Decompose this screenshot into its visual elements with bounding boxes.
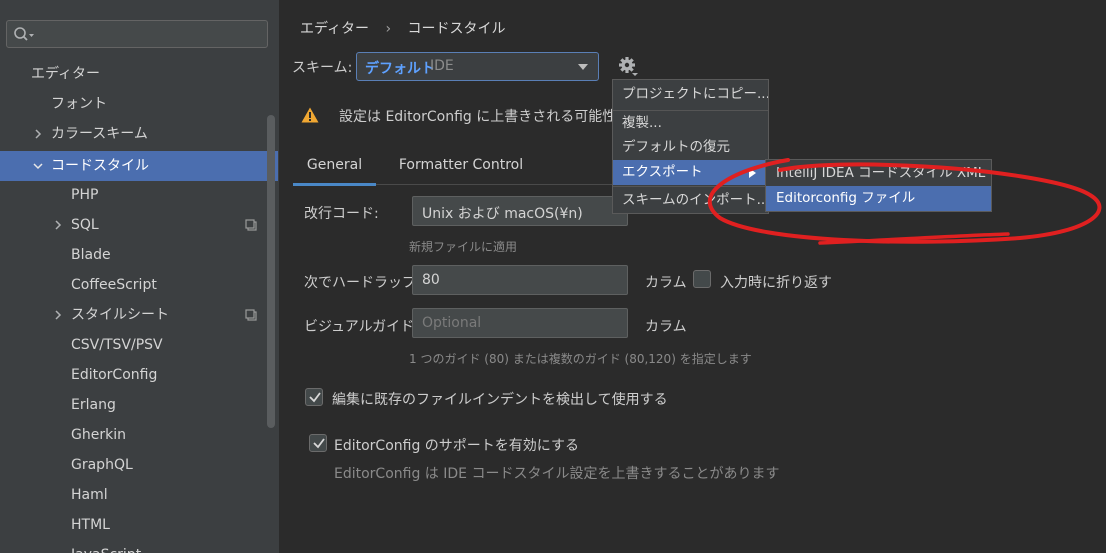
hard-wrap-unit: カラム (645, 275, 687, 291)
sidebar-item-label: カラースキーム (51, 126, 148, 142)
sidebar-item-editorconfig[interactable]: EditorConfig (0, 360, 279, 390)
sidebar-item-label: HTML (71, 517, 110, 533)
visual-guides-label: ビジュアルガイド: (304, 319, 419, 335)
checkmark-icon (313, 438, 325, 449)
sidebar-item-label: フォント (51, 96, 107, 112)
breadcrumb-parent[interactable]: エディター (300, 21, 369, 37)
menu-item-export[interactable]: エクスポート (613, 160, 768, 185)
sidebar-item-label: CoffeeScript (71, 277, 157, 293)
warning-icon (301, 107, 319, 123)
warning-text: 設定は EditorConfig に上書きされる可能性が (339, 109, 631, 125)
visual-guides-unit: カラム (645, 319, 687, 335)
sidebar-scrollbar[interactable] (267, 115, 275, 428)
scheme-select[interactable]: デフォルト IDE (356, 52, 599, 81)
sidebar-item-csv[interactable]: CSV/TSV/PSV (0, 330, 279, 360)
sidebar-item-label: Haml (71, 487, 108, 503)
sidebar-item-font[interactable]: フォント (0, 89, 279, 119)
detect-indent-label[interactable]: 編集に既存のファイルインデントを検出して使用する (332, 389, 668, 409)
search-icon (14, 27, 34, 41)
visual-guides-input[interactable]: Optional (412, 308, 628, 338)
scheme-type: IDE (430, 58, 454, 74)
checkmark-icon (309, 392, 321, 403)
submenu-item-editorconfig-file[interactable]: Editorconfig ファイル (766, 186, 991, 211)
visual-guides-placeholder: Optional (422, 315, 482, 331)
wrap-on-typing-checkbox[interactable] (693, 270, 711, 288)
menu-item-copy-to-project[interactable]: プロジェクトにコピー... (613, 82, 768, 107)
copy-icon (245, 309, 257, 321)
sidebar-item-label: JavaScript (71, 540, 141, 553)
sidebar-item-html[interactable]: HTML (0, 510, 279, 540)
sidebar-item-coffeescript[interactable]: CoffeeScript (0, 270, 279, 300)
sidebar-item-graphql[interactable]: GraphQL (0, 450, 279, 480)
sidebar-item-editor[interactable]: エディター (0, 59, 279, 89)
menu-item-import-scheme[interactable]: スキームのインポート... (613, 188, 768, 213)
sidebar-item-php[interactable]: PHP (0, 180, 279, 210)
wrap-on-typing-label[interactable]: 入力時に折り返す (720, 272, 832, 292)
sidebar-item-haml[interactable]: Haml (0, 480, 279, 510)
breadcrumb-separator: › (385, 21, 392, 37)
line-separator-hint: 新規ファイルに適用 (409, 240, 518, 254)
export-submenu: IntelliJ IDEA コードスタイル XML Editorconfig フ… (765, 159, 992, 212)
line-separator-value: Unix および macOS(¥n) (422, 206, 583, 222)
tab-general[interactable]: General (293, 148, 376, 186)
hard-wrap-label: 次でハードラップ (304, 275, 416, 291)
editorconfig-label[interactable]: EditorConfig のサポートを有効にする (334, 435, 579, 455)
sidebar-item-javascript[interactable]: JavaScript (0, 540, 279, 553)
sidebar-item-label: エディター (31, 66, 101, 82)
menu-item-export-label: エクスポート (622, 164, 703, 180)
sidebar-item-label: CSV/TSV/PSV (71, 337, 163, 353)
editorconfig-checkbox[interactable] (309, 434, 327, 452)
sidebar-item-label: Blade (71, 247, 111, 263)
submenu-arrow-icon (749, 168, 756, 178)
line-separator-label: 改行コード: (304, 206, 379, 222)
menu-separator (613, 186, 768, 187)
submenu-item-intellij-xml[interactable]: IntelliJ IDEA コードスタイル XML (766, 161, 991, 186)
breadcrumb-current: コードスタイル (407, 21, 506, 37)
sidebar-item-stylesheets[interactable]: スタイルシート (0, 300, 279, 330)
sidebar-item-erlang[interactable]: Erlang (0, 390, 279, 420)
breadcrumb: エディター › コードスタイル (300, 18, 506, 38)
sidebar-item-label: コードスタイル (51, 158, 149, 174)
sidebar-item-label: Gherkin (71, 427, 126, 443)
scheme-value: デフォルト (365, 61, 435, 77)
editorconfig-hint: EditorConfig は IDE コードスタイル設定を上書きすることがありま… (334, 466, 780, 482)
editorconfig-warning: 設定は EditorConfig に上書きされる可能性が (293, 98, 630, 134)
copy-icon (245, 219, 257, 231)
sidebar-item-label: スタイルシート (71, 307, 169, 323)
sidebar-item-label: Erlang (71, 397, 116, 413)
chevron-right-icon[interactable] (32, 128, 44, 140)
hard-wrap-value: 80 (422, 272, 440, 288)
chevron-down-icon[interactable] (32, 160, 44, 172)
menu-item-duplicate[interactable]: 複製... (613, 111, 768, 136)
scheme-actions-menu: プロジェクトにコピー... 複製... デフォルトの復元 エクスポート スキーム… (612, 79, 769, 214)
tab-formatter-control[interactable]: Formatter Control (393, 148, 529, 186)
sidebar-item-sql[interactable]: SQL (0, 210, 279, 240)
visual-guides-hint: 1 つのガイド (80) または複数のガイド (80,120) を指定します (409, 352, 752, 366)
scheme-label: スキーム: (292, 60, 353, 76)
sidebar-item-label: EditorConfig (71, 367, 158, 383)
sidebar-item-code-style[interactable]: コードスタイル (0, 151, 278, 181)
sidebar-item-color-scheme[interactable]: カラースキーム (0, 119, 279, 149)
chevron-right-icon[interactable] (52, 309, 64, 321)
sidebar-item-blade[interactable]: Blade (0, 240, 279, 270)
gear-icon[interactable] (617, 56, 639, 78)
settings-sidebar: エディター フォント カラースキーム コードスタイル PHP SQL Blade… (0, 0, 279, 553)
hard-wrap-input[interactable]: 80 (412, 265, 628, 295)
line-separator-select[interactable]: Unix および macOS(¥n) (412, 196, 628, 226)
detect-indent-checkbox[interactable] (305, 388, 323, 406)
menu-item-restore-defaults[interactable]: デフォルトの復元 (613, 135, 768, 160)
dropdown-arrow-icon (578, 64, 588, 70)
chevron-right-icon[interactable] (52, 219, 64, 231)
settings-search-input[interactable] (6, 20, 268, 48)
sidebar-item-gherkin[interactable]: Gherkin (0, 420, 279, 450)
sidebar-item-label: SQL (71, 217, 99, 233)
sidebar-item-label: GraphQL (71, 457, 133, 473)
sidebar-item-label: PHP (71, 187, 99, 203)
